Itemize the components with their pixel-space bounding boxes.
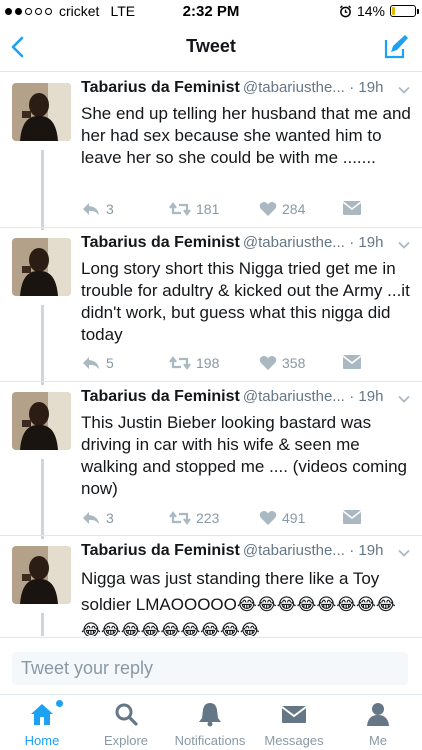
search-icon: [115, 703, 138, 726]
tweet-time: · 19h: [349, 388, 384, 405]
envelope-icon: [343, 201, 361, 215]
author-name[interactable]: Tabarius da Feminist: [81, 79, 240, 96]
reply-count: 3: [106, 201, 114, 217]
tab-home[interactable]: Home: [0, 695, 84, 750]
reply-count: 3: [106, 510, 114, 526]
alarm-icon: [339, 4, 352, 17]
tab-me[interactable]: Me: [336, 695, 420, 750]
tweet-actions: 3 223 491: [81, 510, 381, 530]
tweet-text: Long story short this Nigga tried get me…: [81, 259, 410, 344]
retweet-icon: [169, 356, 191, 370]
heart-icon: [259, 356, 277, 370]
retweet-icon: [169, 202, 191, 216]
notification-dot: [56, 700, 63, 707]
like-button[interactable]: 284: [259, 201, 305, 217]
author-name[interactable]: Tabarius da Feminist: [81, 234, 240, 251]
navigation-bar: Tweet: [0, 22, 422, 72]
tab-messages[interactable]: Messages: [252, 695, 336, 750]
tab-label: Home: [24, 733, 60, 748]
tweet-text: She end up telling her husband that me a…: [81, 104, 411, 167]
tab-explore[interactable]: Explore: [84, 695, 168, 750]
retweet-button[interactable]: 198: [169, 355, 219, 371]
tweet-item[interactable]: Tabarius da Feminist @tabariusthe... · 19…: [0, 73, 422, 228]
author-handle[interactable]: @tabariusthe...: [243, 79, 345, 96]
reply-count: 5: [106, 355, 114, 371]
chevron-down-icon[interactable]: [397, 83, 411, 97]
tweet-text: Nigga was just standing there like a Toy…: [81, 569, 396, 636]
direct-message-button[interactable]: [343, 510, 361, 524]
author-handle[interactable]: @tabariusthe...: [243, 388, 345, 405]
tweet-text: This Justin Bieber looking bastard was d…: [81, 413, 408, 498]
direct-message-button[interactable]: [343, 355, 361, 369]
heart-icon: [259, 202, 277, 216]
like-button[interactable]: 491: [259, 510, 305, 526]
envelope-icon: [343, 355, 361, 369]
tweet-item[interactable]: Tabarius da Feminist @tabariusthe... · 19…: [0, 228, 422, 382]
reply-icon: [83, 512, 99, 524]
tab-label: Notifications: [174, 733, 246, 748]
tab-label: Me: [368, 733, 388, 748]
reply-button[interactable]: 5: [81, 355, 114, 371]
tweet-actions: 5 198 358: [81, 355, 381, 375]
page-title: Tweet: [186, 36, 236, 56]
reply-icon: [83, 203, 99, 215]
like-count: 358: [282, 355, 306, 371]
tweet-time: · 19h: [349, 542, 384, 559]
envelope-icon: [343, 510, 361, 524]
reply-button[interactable]: 3: [81, 510, 114, 526]
heart-icon: [259, 511, 277, 525]
envelope-icon: [281, 706, 307, 723]
author-handle[interactable]: @tabariusthe...: [243, 542, 345, 559]
chevron-down-icon[interactable]: [397, 238, 411, 252]
direct-message-button[interactable]: [343, 201, 361, 215]
retweet-icon: [169, 511, 191, 525]
tweet-time: · 19h: [349, 234, 384, 251]
reply-bar: [0, 637, 422, 694]
status-bar: cricket LTE 2:32 PM 14%: [0, 0, 422, 22]
like-count: 491: [282, 510, 306, 526]
tab-bar: Home Explore Notifications Messages Me: [0, 694, 422, 750]
tweet-actions: 3 181 284: [81, 201, 381, 221]
reply-input[interactable]: [12, 652, 408, 685]
battery-percent: 14%: [356, 3, 385, 19]
like-button[interactable]: 358: [259, 355, 305, 371]
battery-level: [392, 7, 395, 15]
tab-label: Messages: [264, 733, 324, 748]
retweet-count: 181: [196, 201, 220, 217]
tweet-item[interactable]: Tabarius da Feminist @tabariusthe... · 19…: [0, 536, 422, 636]
tab-label: Explore: [103, 733, 149, 748]
chevron-down-icon[interactable]: [397, 546, 411, 560]
bell-icon: [199, 703, 221, 727]
like-count: 284: [282, 201, 306, 217]
tweet-item[interactable]: Tabarius da Feminist @tabariusthe... · 19…: [0, 382, 422, 536]
avatar[interactable]: [12, 83, 71, 141]
battery-icon: [390, 5, 419, 17]
tab-notifications[interactable]: Notifications: [168, 695, 252, 750]
person-icon: [367, 703, 389, 726]
retweet-button[interactable]: 223: [169, 510, 219, 526]
avatar[interactable]: [12, 392, 71, 450]
tweet-thread: Tabarius da Feminist @tabariusthe... · 19…: [0, 73, 422, 636]
retweet-count: 198: [196, 355, 220, 371]
avatar[interactable]: [12, 238, 71, 296]
avatar[interactable]: [12, 546, 71, 604]
author-name[interactable]: Tabarius da Feminist: [81, 388, 240, 405]
author-name[interactable]: Tabarius da Feminist: [81, 542, 240, 559]
compose-icon[interactable]: [382, 33, 410, 61]
chevron-down-icon[interactable]: [397, 392, 411, 406]
retweet-count: 223: [196, 510, 220, 526]
home-icon: [31, 704, 53, 725]
reply-icon: [83, 357, 99, 369]
author-handle[interactable]: @tabariusthe...: [243, 234, 345, 251]
tweet-time: · 19h: [349, 79, 384, 96]
reply-button[interactable]: 3: [81, 201, 114, 217]
retweet-button[interactable]: 181: [169, 201, 219, 217]
